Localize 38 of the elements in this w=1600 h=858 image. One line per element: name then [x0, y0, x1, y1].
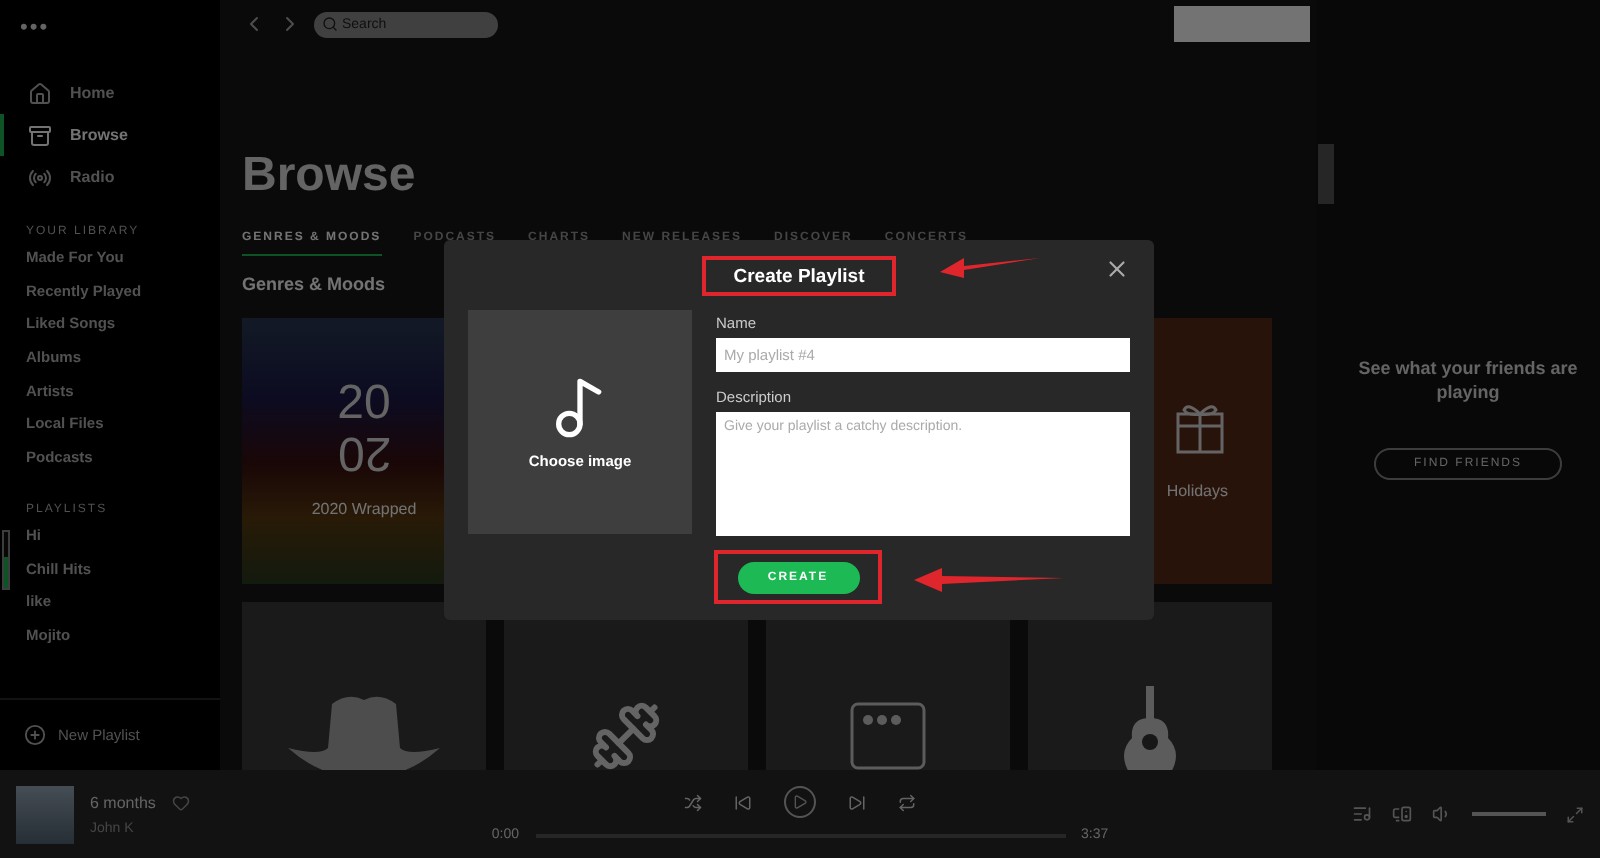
nav-item[interactable]: Home: [0, 72, 220, 114]
close-icon[interactable]: [1104, 256, 1130, 282]
repeat-icon[interactable]: [898, 793, 916, 811]
volume-icon[interactable]: [1432, 804, 1452, 824]
shuffle-icon[interactable]: [684, 793, 702, 811]
gift-icon: [1176, 402, 1224, 454]
plus-icon: [24, 724, 46, 746]
dumbbell-icon: [590, 699, 662, 770]
previous-icon[interactable]: [734, 793, 752, 811]
home-icon: [28, 81, 52, 105]
page-title: Browse: [242, 148, 416, 204]
card-art-text: 20: [337, 384, 391, 424]
section-title: Genres & Moods: [242, 274, 386, 294]
track-title[interactable]: 6 months: [90, 793, 156, 811]
nav-label: Home: [70, 84, 115, 102]
scroll-thumb[interactable]: [1318, 144, 1334, 204]
album-cover: [16, 785, 74, 843]
card-label: 2020 Wrapped: [311, 500, 417, 518]
card-label: Holidays: [1166, 482, 1228, 500]
card-art-text: 20: [337, 432, 391, 472]
nav-label: Radio: [70, 168, 115, 186]
play-button[interactable]: [784, 786, 816, 818]
blank-box: [1174, 6, 1310, 42]
nav-label: Browse: [70, 126, 128, 144]
queue-icon[interactable]: [1352, 804, 1372, 824]
dialog-title: Create Playlist: [701, 256, 897, 296]
fullscreen-icon[interactable]: [1566, 805, 1584, 823]
level-indicator: [2, 530, 10, 590]
play-icon: [792, 794, 808, 810]
annotation-arrow: [940, 256, 1040, 280]
radio-icon: [28, 165, 52, 189]
nav-item[interactable]: Radio: [0, 156, 220, 198]
menu-dots[interactable]: •••: [0, 16, 50, 40]
heart-icon[interactable]: [171, 793, 190, 811]
friends-text: See what your friends are playing: [1356, 356, 1580, 404]
search-icon: [322, 16, 338, 32]
next-icon[interactable]: [848, 793, 866, 811]
devices-icon[interactable]: [1392, 804, 1412, 824]
